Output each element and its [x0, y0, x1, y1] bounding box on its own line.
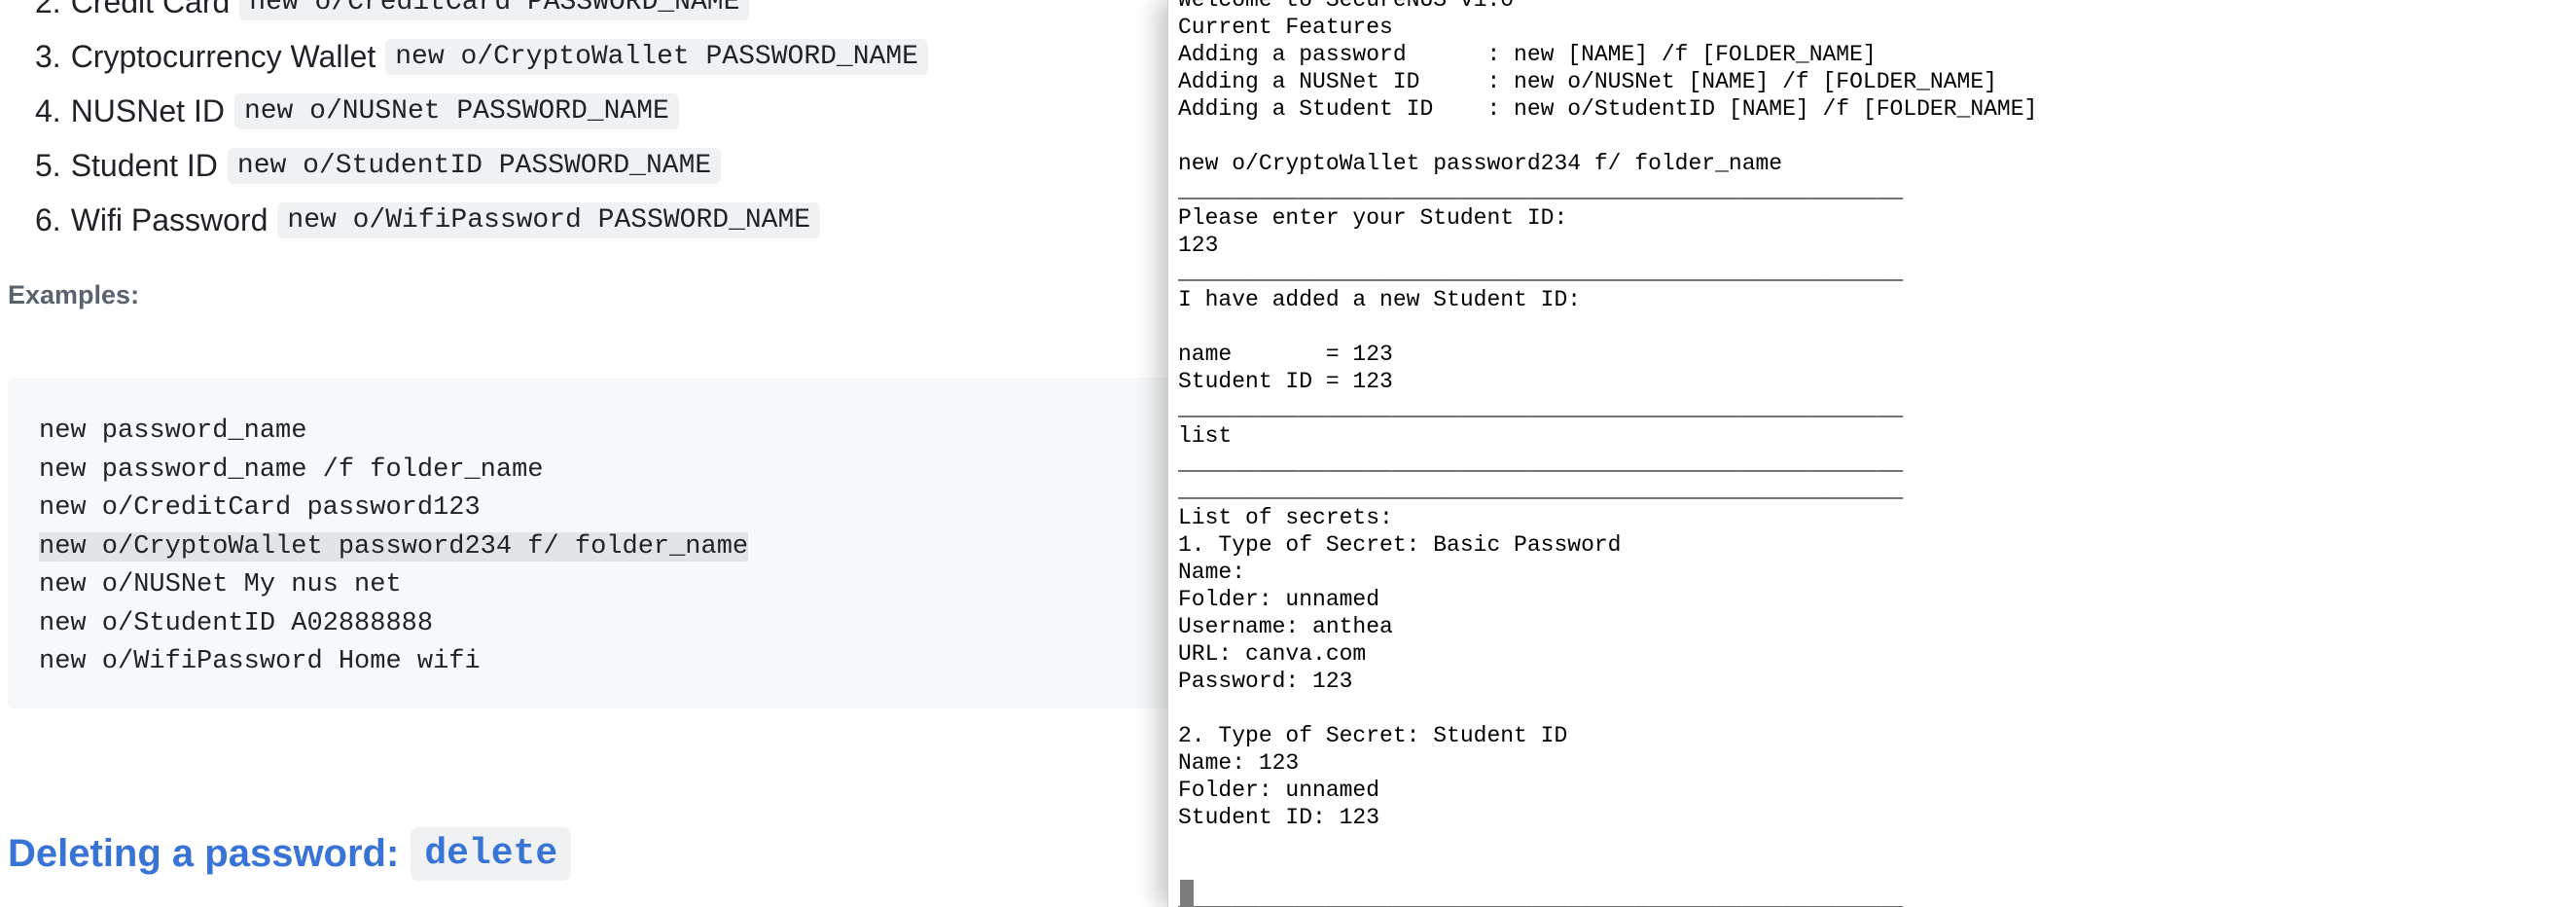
terminal-line: Student ID: 123 — [1178, 805, 1380, 830]
terminal-line: Password: 123 — [1178, 669, 1353, 694]
example-code-block[interactable]: new password_name new password_name /f f… — [8, 378, 1167, 708]
terminal-line: ________________________________________… — [1178, 887, 1904, 907]
feature-label: Cryptocurrency Wallet — [70, 38, 376, 74]
terminal-window[interactable]: Welcome to SecureNUS v1.0 Current Feature… — [1167, 0, 2576, 907]
terminal-line: Adding a password : new [NAME] /f [FOLDE… — [1178, 42, 1877, 67]
terminal-line: I have added a new Student ID: — [1178, 287, 1582, 312]
examples-label: Examples: — [8, 280, 140, 309]
terminal-line: list — [1178, 423, 1233, 449]
terminal-line: Welcome to SecureNUS v1.0 — [1178, 0, 1515, 13]
terminal-line: new o/CryptoWallet password234 f/ folder… — [1178, 151, 1783, 176]
code-line[interactable]: new o/StudentID A02888888 — [39, 605, 748, 644]
code-line[interactable]: new o/NUSNet My nus net — [39, 566, 748, 605]
feature-command: new o/NUSNet PASSWORD_NAME — [233, 92, 679, 129]
terminal-line: Student ID = 123 — [1178, 369, 1393, 394]
terminal-line: URL: canva.com — [1178, 641, 1367, 667]
text-selection-highlight: new o/CryptoWallet password234 f/ folder… — [39, 531, 749, 562]
heading-code: delete — [411, 827, 572, 881]
terminal-line: Name: — [1178, 560, 1246, 585]
feature-label: Wifi Password — [70, 201, 268, 237]
code-line-highlighted[interactable]: new o/CryptoWallet password234 f/ folder… — [39, 528, 749, 567]
list-item: 4. NUSNet ID new o/NUSNet PASSWORD_NAME — [35, 84, 928, 138]
feature-command: new o/WifiPassword PASSWORD_NAME — [277, 201, 821, 238]
terminal-line: ________________________________________… — [1178, 396, 1904, 421]
terminal-line: 123 — [1178, 233, 1219, 258]
heading-text: Deleting a password: — [8, 832, 400, 875]
list-item: 5. Student ID new o/StudentID PASSWORD_N… — [35, 138, 928, 193]
code-line[interactable]: new o/CreditCard password123 — [39, 490, 748, 528]
feature-list: 2. Credit Card new o/CreditCard PASSWORD… — [35, 0, 928, 247]
code-lines: new password_name new password_name /f f… — [39, 413, 749, 682]
terminal-line: Adding a Student ID : new o/StudentID [N… — [1178, 96, 2038, 122]
documentation-page: 2. Credit Card new o/CreditCard PASSWORD… — [0, 0, 1167, 907]
terminal-line: ________________________________________… — [1178, 260, 1904, 285]
terminal-cursor — [1180, 880, 1194, 907]
terminal-line: ________________________________________… — [1178, 478, 1904, 503]
terminal-line: 1. Type of Secret: Basic Password — [1178, 532, 1622, 558]
terminal-line: Adding a NUSNet ID : new o/NUSNet [NAME]… — [1178, 69, 1997, 94]
list-item: 6. Wifi Password new o/WifiPassword PASS… — [35, 193, 928, 247]
terminal-line: Folder: unnamed — [1178, 778, 1380, 803]
code-line[interactable]: new o/WifiPassword Home wifi — [39, 643, 748, 682]
feature-command: new o/CryptoWallet PASSWORD_NAME — [385, 38, 928, 75]
feature-command: new o/CreditCard PASSWORD_NAME — [239, 0, 750, 20]
list-item: 2. Credit Card new o/CreditCard PASSWORD… — [35, 0, 928, 29]
code-line[interactable]: new password_name /f folder_name — [39, 452, 748, 490]
section-heading-deleting-password: Deleting a password: delete — [8, 827, 572, 881]
terminal-line: Username: anthea — [1178, 614, 1393, 639]
feature-label: NUSNet ID — [70, 92, 225, 128]
terminal-line: ________________________________________… — [1178, 178, 1904, 203]
terminal-line: List of secrets: — [1178, 505, 1393, 530]
code-line[interactable]: new password_name — [39, 413, 748, 452]
terminal-line: Current Features — [1178, 15, 1393, 40]
terminal-line: ________________________________________… — [1178, 451, 1904, 476]
terminal-line: Name: 123 — [1178, 750, 1300, 776]
terminal-line: name = 123 — [1178, 342, 1393, 367]
terminal-output: Welcome to SecureNUS v1.0 Current Feature… — [1178, 0, 2037, 907]
feature-command: new o/StudentID PASSWORD_NAME — [227, 147, 722, 184]
feature-label: Credit Card — [70, 0, 231, 19]
list-item: 3. Cryptocurrency Wallet new o/CryptoWal… — [35, 29, 928, 84]
terminal-line: 2. Type of Secret: Student ID — [1178, 723, 1568, 748]
terminal-line: Folder: unnamed — [1178, 587, 1380, 612]
terminal-line: Please enter your Student ID: — [1178, 205, 1568, 231]
feature-label: Student ID — [70, 147, 218, 183]
